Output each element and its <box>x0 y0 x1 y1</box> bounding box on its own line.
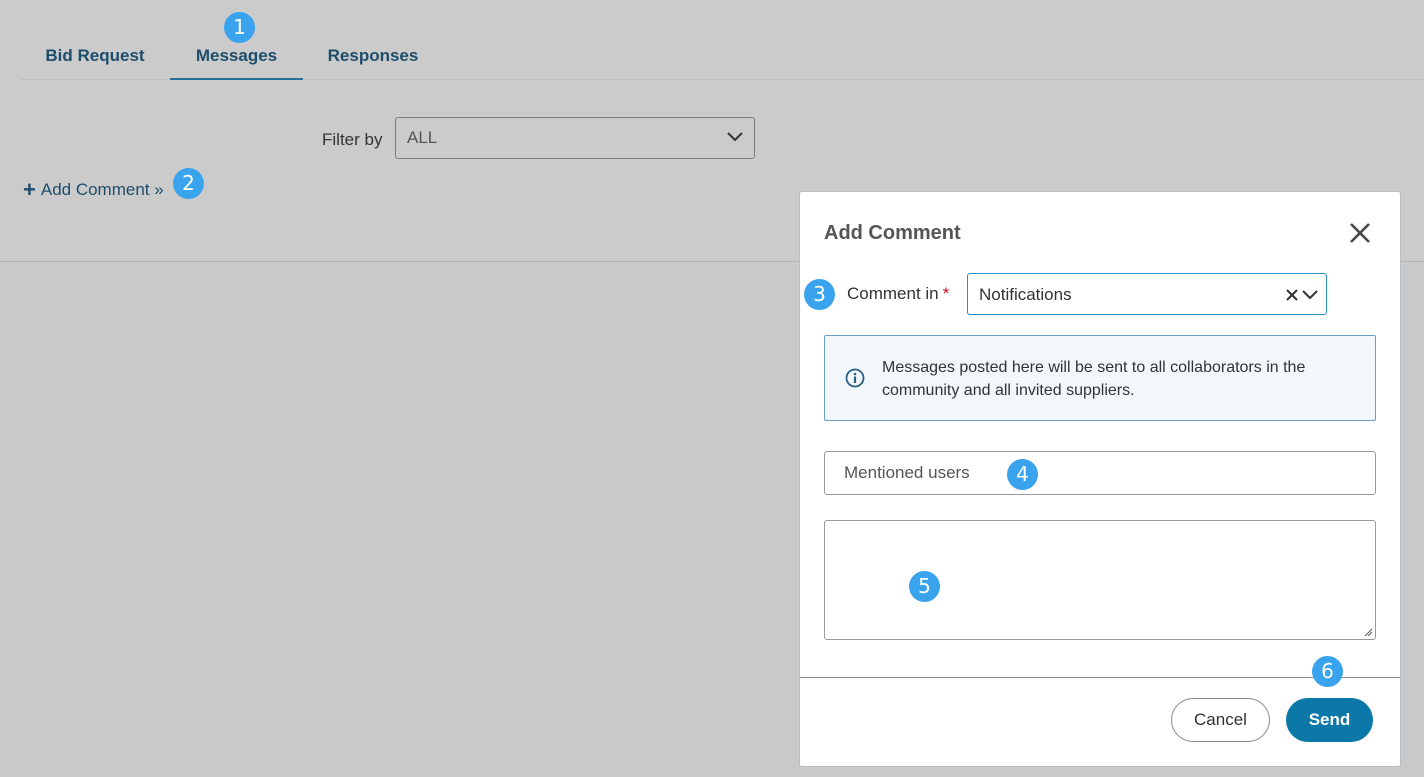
step-badge-4: 4 <box>1007 459 1038 490</box>
send-button[interactable]: Send <box>1286 698 1373 742</box>
mentioned-users-input[interactable]: Mentioned users <box>824 451 1376 495</box>
dialog-footer-divider <box>800 677 1400 678</box>
step-badge-3: 3 <box>804 279 835 310</box>
step-badge-6: 6 <box>1312 656 1343 687</box>
comment-in-select-value: Notifications <box>979 285 1072 304</box>
resize-handle-icon[interactable] <box>1363 627 1373 637</box>
comment-in-label-text: Comment in <box>847 284 939 303</box>
tab-responses[interactable]: Responses <box>303 34 443 80</box>
add-comment-dialog: Add Comment Comment in * Notifications Me… <box>799 191 1401 767</box>
cancel-button[interactable]: Cancel <box>1171 698 1270 742</box>
comment-in-select[interactable]: Notifications <box>967 273 1327 315</box>
step-badge-1: 1 <box>224 12 255 43</box>
plus-icon: + <box>23 177 36 202</box>
step-badge-2: 2 <box>173 168 204 199</box>
filter-select-value: ALL <box>407 128 438 147</box>
comment-textarea[interactable] <box>824 520 1376 640</box>
filter-label: Filter by <box>322 130 383 149</box>
filter-select[interactable]: ALL <box>395 117 755 159</box>
tab-bid-request[interactable]: Bid Request <box>20 34 170 80</box>
clear-icon[interactable] <box>1285 288 1299 302</box>
tab-bar: Bid Request Messages Responses <box>20 34 1424 80</box>
add-comment-link[interactable]: + Add Comment » <box>23 177 164 202</box>
mentioned-users-placeholder: Mentioned users <box>844 463 970 482</box>
step-badge-5: 5 <box>909 571 940 602</box>
chevron-down-icon[interactable] <box>1301 288 1319 302</box>
add-comment-link-label: Add Comment » <box>40 180 164 199</box>
info-text: Messages posted here will be sent to all… <box>882 359 1306 399</box>
required-asterisk: * <box>942 284 950 303</box>
chevron-down-icon <box>727 132 743 142</box>
info-icon <box>845 368 865 388</box>
info-notice: Messages posted here will be sent to all… <box>824 335 1376 421</box>
comment-in-label: Comment in * <box>847 284 949 304</box>
close-icon[interactable] <box>1348 221 1372 245</box>
dialog-title: Add Comment <box>824 222 961 244</box>
